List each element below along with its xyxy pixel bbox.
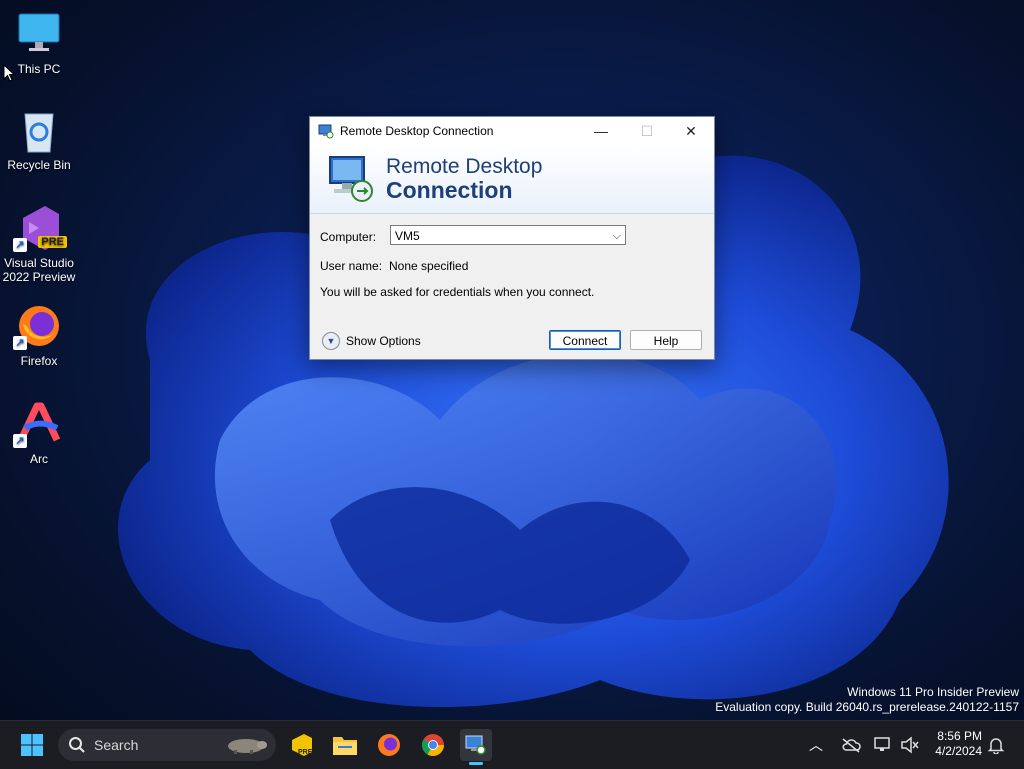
start-button[interactable] (16, 729, 48, 761)
expand-chevron-icon: ▼ (322, 332, 340, 350)
desktop-icon-recycle-bin[interactable]: Recycle Bin (0, 106, 78, 172)
chevron-up-icon: ︿ (809, 737, 823, 753)
computer-combobox[interactable]: VM5 ⌵ (390, 225, 626, 245)
clock[interactable]: 8:56 PM 4/2/2024 (935, 729, 982, 759)
notifications-button[interactable] (984, 729, 1008, 761)
windows-logo-icon (21, 734, 43, 756)
visual-studio-preview-icon: PRE (292, 734, 313, 756)
os-watermark: Windows 11 Pro Insider Preview Evaluatio… (715, 685, 1019, 715)
pre-badge: PRE (38, 236, 67, 248)
username-value: None specified (389, 259, 469, 273)
watermark-line1: Windows 11 Pro Insider Preview (847, 685, 1019, 699)
taskbar-visual-studio[interactable]: PRE (285, 729, 317, 761)
title-bar[interactable]: Remote Desktop Connection — ☐ ✕ (310, 117, 714, 145)
folder-icon (333, 737, 357, 755)
search-placeholder: Search (94, 737, 139, 753)
taskbar: Search PRE ︿ 8:56 PM 4/2/2024 (0, 720, 1024, 769)
show-options-toggle[interactable]: ▼ Show Options (322, 332, 421, 350)
firefox-icon: ↗ (13, 302, 63, 350)
clock-time: 8:56 PM (937, 729, 982, 743)
monitor-icon (15, 10, 63, 58)
banner-title-line1: Remote Desktop (386, 155, 543, 178)
active-indicator (469, 762, 483, 765)
remote-desktop-window: Remote Desktop Connection — ☐ ✕ Remote D… (309, 116, 715, 360)
minimize-button[interactable]: — (578, 117, 624, 145)
remote-desktop-banner-icon (329, 156, 373, 202)
desktop-icon-arc[interactable]: ↗ Arc (0, 400, 78, 466)
connect-button[interactable]: Connect (549, 330, 621, 350)
svg-text:PRE: PRE (298, 749, 313, 756)
chrome-icon (422, 734, 444, 756)
taskbar-search[interactable]: Search (58, 729, 276, 761)
taskbar-chrome[interactable] (417, 729, 449, 761)
help-button[interactable]: Help (630, 330, 702, 350)
visual-studio-icon: PRE ↗ (13, 204, 67, 252)
desktop-icon-label: Arc (30, 452, 48, 466)
banner-title-line2: Connection (386, 177, 513, 203)
desktop-icon-visual-studio[interactable]: PRE ↗ Visual Studio 2022 Preview (0, 204, 78, 284)
network-icon (874, 737, 890, 751)
show-options-label: Show Options (346, 334, 421, 348)
onedrive-button[interactable] (838, 729, 864, 761)
desktop-icon-label: Recycle Bin (7, 158, 71, 172)
chevron-down-icon[interactable]: ⌵ (613, 226, 621, 246)
close-button[interactable]: ✕ (668, 117, 714, 145)
arc-icon: ↗ (13, 400, 63, 448)
search-highlight-icon (228, 739, 267, 754)
dialog-banner: Remote Desktop Connection (310, 145, 714, 214)
credentials-info-text: You will be asked for credentials when y… (320, 285, 595, 299)
close-icon: ✕ (685, 122, 697, 139)
maximize-icon: ☐ (640, 122, 654, 139)
volume-button[interactable] (898, 729, 922, 761)
computer-value: VM5 (395, 229, 420, 243)
remote-desktop-app-icon (465, 735, 486, 755)
wallpaper-bloom (118, 149, 949, 708)
shortcut-arrow-icon: ↗ (13, 336, 27, 350)
desktop-icon-label: Visual Studio (4, 256, 74, 270)
bell-icon (987, 738, 1005, 754)
remote-desktop-app-icon (318, 124, 334, 139)
recycle-bin-icon (15, 106, 63, 154)
firefox-icon (378, 734, 400, 756)
watermark-line2: Evaluation copy. Build 26040.rs_prerelea… (715, 700, 1019, 714)
window-title: Remote Desktop Connection (340, 124, 494, 138)
username-label: User name: (320, 259, 383, 273)
taskbar-remote-desktop[interactable] (460, 729, 492, 765)
maximize-button: ☐ (624, 117, 670, 145)
mouse-cursor-icon (3, 64, 15, 82)
minimize-icon: — (594, 123, 608, 139)
clock-date: 4/2/2024 (935, 744, 982, 758)
volume-muted-icon (901, 736, 919, 754)
taskbar-file-explorer[interactable] (329, 729, 361, 761)
network-button[interactable] (870, 729, 896, 761)
shortcut-arrow-icon: ↗ (13, 238, 27, 252)
shortcut-arrow-icon: ↗ (13, 434, 27, 448)
computer-label: Computer: (320, 230, 377, 244)
desktop-icon-label: 2022 Preview (2, 270, 76, 284)
cloud-offline-icon (842, 738, 861, 753)
desktop-icon-firefox[interactable]: ↗ Firefox (0, 302, 78, 368)
taskbar-firefox[interactable] (373, 729, 405, 761)
show-hidden-icons-button[interactable]: ︿ (804, 729, 828, 761)
search-icon (69, 737, 85, 753)
desktop-icon-label: Firefox (20, 354, 58, 368)
